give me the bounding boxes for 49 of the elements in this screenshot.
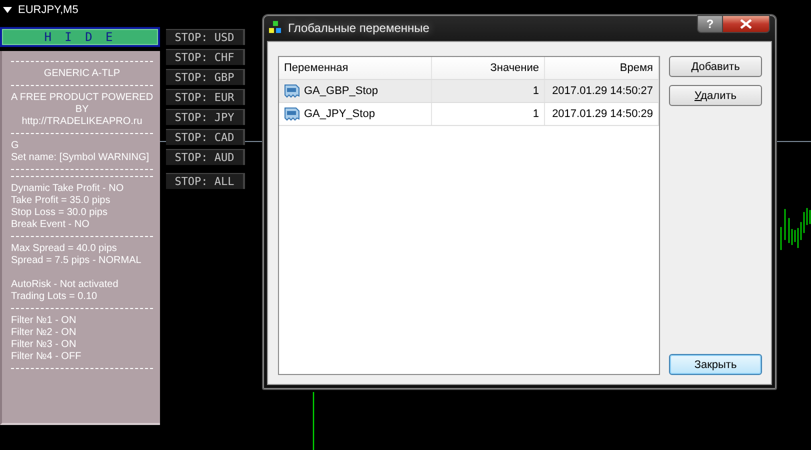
info-text: Filter №2 - ON [11, 327, 78, 339]
info-text: Set name: [Symbol WARNING] [11, 152, 150, 164]
info-text: Break Event - NO [11, 219, 90, 231]
table-cell: GA_JPY_Stop [304, 108, 375, 120]
close-button[interactable] [723, 15, 770, 33]
info-text: Max Spread = 40.0 pips [11, 243, 118, 255]
document-icon [284, 84, 300, 98]
stop-button[interactable]: STOP: AUD [166, 149, 245, 165]
squares-icon [269, 21, 283, 35]
info-text: GENERIC A-TLP [42, 68, 122, 80]
info-text: Dynamic Take Profit - NO [11, 183, 125, 195]
stop-button[interactable]: STOP: JPY [166, 109, 245, 125]
stop-button[interactable]: STOP: CAD [166, 129, 245, 145]
table-row[interactable]: GA_GBP_Stop 1 2017.01.29 14:50:27 [279, 80, 659, 103]
info-text: BY [74, 104, 90, 116]
info-text: Take Profit = 35.0 pips [11, 195, 112, 207]
stop-button[interactable]: STOP: CHF [166, 49, 245, 65]
table-cell: 1 [532, 85, 539, 97]
stop-button[interactable]: STOP: ALL [166, 173, 245, 189]
info-text: Spread = 7.5 pips - NORMAL [11, 255, 142, 267]
stop-button[interactable]: STOP: GBP [166, 69, 245, 85]
stop-button[interactable]: STOP: EUR [166, 89, 245, 105]
column-header[interactable]: Время [545, 57, 659, 79]
dropdown-triangle-icon[interactable] [3, 7, 12, 13]
chart-title: EURJPY,M5 [18, 4, 78, 16]
info-text: Stop Loss = 30.0 pips [11, 207, 108, 219]
column-header[interactable]: Переменная [279, 57, 432, 79]
table-cell: 2017.01.29 14:50:29 [552, 108, 653, 120]
table-cell: 1 [532, 108, 539, 120]
stop-button[interactable]: STOP: USD [166, 29, 245, 45]
info-text: Filter №4 - OFF [11, 351, 82, 363]
document-icon [284, 107, 300, 121]
close-icon [740, 19, 752, 29]
info-text: G [11, 140, 20, 152]
dialog-button[interactable]: Добавить [669, 56, 762, 77]
dialog-button[interactable]: Закрыть [669, 354, 762, 375]
hide-button[interactable]: H I D E [0, 27, 160, 47]
info-text: http://TRADELIKEAPRO.ru [20, 116, 144, 128]
info-text: A FREE PRODUCT POWERED [11, 92, 153, 104]
column-header[interactable]: Значение [432, 57, 545, 79]
table-cell: 2017.01.29 14:50:27 [552, 85, 653, 97]
table-cell: GA_GBP_Stop [304, 85, 378, 97]
info-text: AutoRisk - Not activated [11, 279, 120, 291]
info-text: Filter №1 - ON [11, 315, 78, 327]
dialog-button[interactable]: Удалить [669, 85, 762, 106]
dialog-title: Глобальные переменные [288, 21, 430, 35]
table-row[interactable]: GA_JPY_Stop 1 2017.01.29 14:50:29 [279, 103, 659, 126]
info-text: Trading Lots = 0.10 [11, 291, 98, 303]
info-text: Filter №3 - ON [11, 339, 78, 351]
